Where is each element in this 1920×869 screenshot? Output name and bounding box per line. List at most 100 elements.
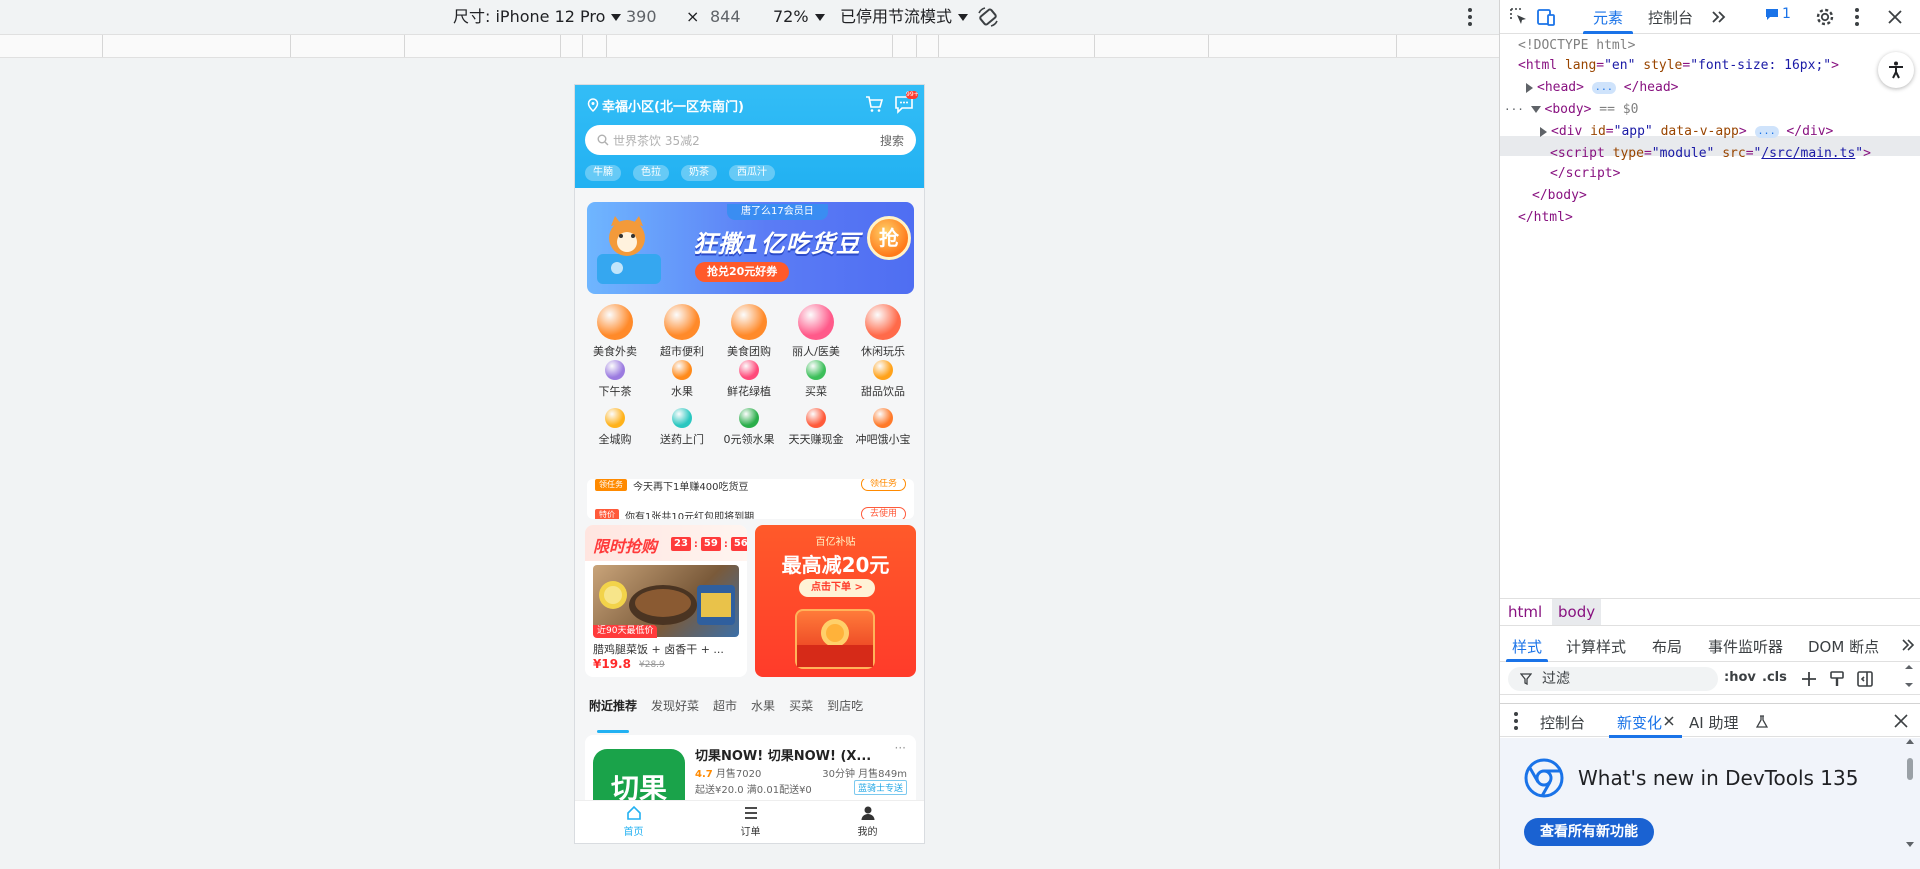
hot-tag[interactable]: 色拉: [633, 165, 669, 181]
banner-grab-button[interactable]: 抢: [867, 216, 911, 260]
paint-brush-icon[interactable]: [1828, 670, 1846, 688]
drawer-more-options-icon[interactable]: [1510, 710, 1522, 732]
add-style-rule-icon[interactable]: [1800, 670, 1818, 688]
hot-tag[interactable]: 西瓜汁: [729, 165, 775, 181]
category-item[interactable]: 0元领水果: [715, 408, 783, 447]
category-label: 美食外卖: [593, 345, 637, 358]
throttle-select[interactable]: 已停用节流模式: [840, 6, 969, 28]
dom-body-node[interactable]: ··· <body> == $0: [1504, 100, 1638, 120]
hot-tag[interactable]: 牛腩: [585, 165, 621, 181]
task-claim-button[interactable]: 领任务: [860, 479, 906, 491]
scroll-arrows-icon[interactable]: [1902, 663, 1916, 689]
zoom-select[interactable]: 72%: [773, 6, 825, 28]
category-item[interactable]: 美食外卖: [581, 304, 649, 359]
see-all-features-button[interactable]: 查看所有新功能: [1524, 818, 1654, 846]
breadcrumb-html[interactable]: html: [1502, 599, 1548, 625]
category-item[interactable]: 下午茶: [581, 360, 649, 399]
tabbar-home[interactable]: 首页: [575, 801, 692, 843]
feed-tab-dine-in[interactable]: 到店吃: [827, 695, 863, 727]
tab-elements[interactable]: 元素: [1582, 7, 1634, 34]
feed-tab-fruit[interactable]: 水果: [751, 695, 775, 727]
rotate-icon[interactable]: [976, 5, 1000, 29]
tab-computed[interactable]: 计算样式: [1566, 636, 1626, 657]
tab-styles[interactable]: 样式: [1505, 636, 1549, 662]
category-item[interactable]: 全城购: [581, 408, 649, 447]
breadcrumb-body[interactable]: body: [1552, 599, 1602, 625]
hot-tag[interactable]: 奶茶: [681, 165, 717, 181]
tab-layout[interactable]: 布局: [1652, 636, 1682, 657]
accessibility-tree-button[interactable]: [1878, 52, 1914, 88]
dom-script-node[interactable]: <script type="module" src="/src/main.ts"…: [1550, 144, 1871, 164]
toggle-sidebar-icon[interactable]: [1856, 670, 1874, 688]
category-item[interactable]: 买菜: [782, 360, 850, 399]
scrollbar[interactable]: [1905, 738, 1915, 848]
subsidy-headline: 最高减20元: [781, 553, 890, 577]
more-tabs-icon[interactable]: [1708, 6, 1730, 28]
feed-tab-nearby[interactable]: 附近推荐: [589, 695, 637, 733]
category-item[interactable]: 美食团购: [715, 304, 783, 359]
device-more-options-icon[interactable]: [1462, 6, 1478, 28]
category-label: 买菜: [805, 385, 827, 398]
category-item[interactable]: 送药上门: [648, 408, 716, 447]
collapse-arrow-icon: [1530, 106, 1541, 113]
dom-head-node[interactable]: <head> ... </head>: [1526, 78, 1678, 98]
drawer-tab-ai-assistant[interactable]: AI 助理: [1689, 712, 1738, 733]
expand-arrow-icon: [1540, 126, 1547, 137]
subsidy-order-button[interactable]: 点击下单 >: [799, 579, 875, 597]
category-item[interactable]: 超市便利: [648, 304, 716, 359]
inspect-element-icon[interactable]: [1508, 6, 1530, 28]
subsidy-card[interactable]: 百亿补贴 最高减20元 点击下单 >: [755, 525, 916, 677]
device-width-input[interactable]: 390: [626, 6, 657, 28]
flash-sale-card[interactable]: 限时抢购 23: 59: 56 近90天最低价 腊鸡腿菜饭 + 卤香干 + ..…: [585, 525, 747, 677]
tab-event-listeners[interactable]: 事件监听器: [1708, 636, 1783, 657]
category-item[interactable]: 丽人/医美: [782, 304, 850, 359]
search-bar[interactable]: 世界茶饮 35减2 搜索: [585, 125, 916, 155]
dom-app-div-node[interactable]: <div id="app" data-v-app> ... </div>: [1540, 122, 1833, 142]
cash-icon: [806, 408, 826, 428]
location-selector[interactable]: 幸福小区(北一区东南门): [587, 95, 744, 115]
tab-console[interactable]: 控制台: [1648, 7, 1693, 28]
dessert-icon: [873, 360, 893, 380]
feed-tab-supermarket[interactable]: 超市: [713, 695, 737, 727]
category-item[interactable]: 天天赚现金: [782, 408, 850, 447]
hover-state-toggle[interactable]: :hov: [1724, 670, 1756, 685]
device-toggle-icon[interactable]: [1535, 6, 1557, 28]
search-button[interactable]: 搜索: [880, 132, 904, 149]
close-tab-icon[interactable]: [1664, 716, 1674, 726]
devtools-more-options-icon[interactable]: [1849, 6, 1865, 28]
task-use-button[interactable]: 去使用: [860, 507, 906, 519]
device-height-input[interactable]: 844: [710, 6, 741, 28]
styles-filter-input[interactable]: 过滤: [1508, 667, 1718, 691]
dom-html-node[interactable]: <html lang="en" style="font-size: 16px;"…: [1518, 56, 1839, 76]
store-more-icon[interactable]: ···: [895, 741, 906, 755]
category-item[interactable]: 冲吧饿小宝: [849, 408, 917, 447]
close-devtools-icon[interactable]: [1884, 6, 1906, 28]
promo-banner[interactable]: 唐了么17会员日 狂撒1亿吃货豆 抢兑20元好券 抢: [587, 202, 914, 294]
category-item[interactable]: 休闲玩乐: [849, 304, 917, 359]
close-drawer-icon[interactable]: [1894, 714, 1908, 728]
banner-coupon-pill[interactable]: 抢兑20元好券: [695, 262, 790, 282]
settings-gear-icon[interactable]: [1814, 6, 1836, 28]
tab-dom-breakpoints[interactable]: DOM 断点: [1808, 636, 1879, 657]
task-row[interactable]: 特价 你有1张共10元红包即将到期: [595, 507, 754, 519]
dom-doctype[interactable]: <!DOCTYPE html>: [1518, 36, 1635, 56]
store-name: 切果NOW! 切果NOW! (X...: [695, 749, 872, 764]
category-item[interactable]: 水果: [648, 360, 716, 399]
tabbar-orders[interactable]: 订单: [692, 801, 809, 843]
more-tabs-icon[interactable]: [1900, 638, 1916, 652]
device-select[interactable]: 尺寸: iPhone 12 Pro: [453, 6, 622, 28]
cart-icon[interactable]: [864, 94, 884, 114]
task-row[interactable]: 领任务 今天再下1单赚400吃货豆: [595, 479, 748, 493]
filter-icon: [1520, 673, 1532, 685]
category-item[interactable]: 甜品饮品: [849, 360, 917, 399]
drawer-tab-whats-new[interactable]: 新变化: [1608, 712, 1683, 738]
tabbar-profile[interactable]: 我的: [809, 801, 924, 843]
drawer-tab-console[interactable]: 控制台: [1540, 712, 1585, 733]
feed-tab-grocery[interactable]: 买菜: [789, 695, 813, 727]
tabbar-orders-label: 订单: [740, 827, 761, 838]
category-item[interactable]: 鲜花绿植: [715, 360, 783, 399]
feed-tab-discover[interactable]: 发现好菜: [651, 695, 699, 727]
class-toggle[interactable]: .cls: [1762, 670, 1787, 685]
issues-counter[interactable]: 1: [1765, 6, 1791, 22]
location-label: 幸福小区(北一区东南门): [602, 99, 744, 115]
